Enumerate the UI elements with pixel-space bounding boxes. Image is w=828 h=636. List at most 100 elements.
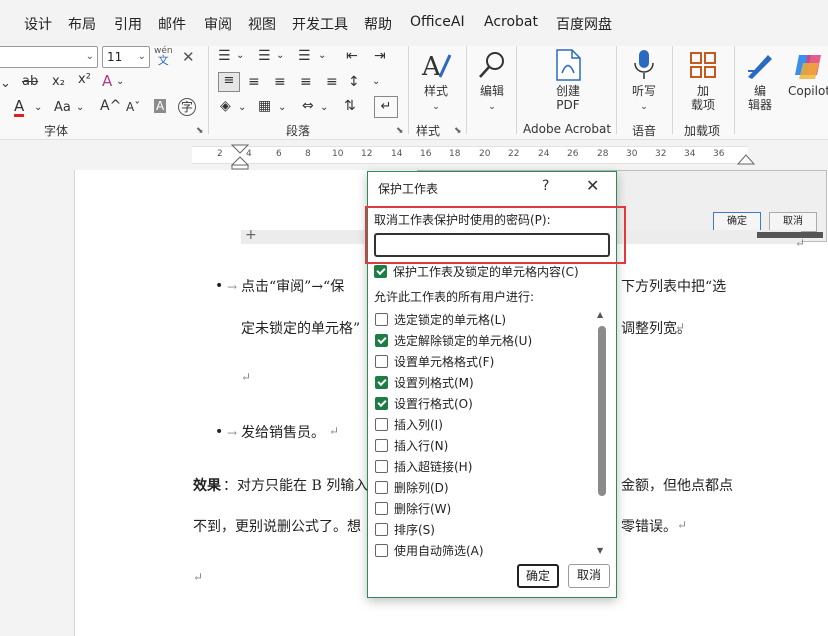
ruler-tick: 26	[567, 149, 579, 159]
phonetic-guide-icon[interactable]: wén 文	[154, 46, 173, 67]
password-input[interactable]	[374, 233, 610, 257]
option-insert-rows[interactable]: 插入行(N)	[375, 437, 448, 454]
tab-view[interactable]: 视图	[248, 14, 276, 34]
dictate-button[interactable]: 听写 ⌄	[626, 48, 662, 114]
numbering-chevron-icon[interactable]: ⌄	[276, 50, 284, 61]
font-dialog-launcher-icon[interactable]: ⬊	[196, 126, 204, 136]
doc-line-6a: 不到，更别说删公式了。想	[193, 519, 361, 535]
bullet: •	[215, 424, 224, 440]
option-sort[interactable]: 排序(S)	[375, 521, 435, 538]
permissions-list[interactable]: 选定锁定的单元格(L) 选定解除锁定的单元格(U) 设置单元格格式(F) 设置列…	[372, 308, 610, 560]
option-delete-rows[interactable]: 删除行(W)	[375, 500, 451, 517]
borders-icon[interactable]: ▦	[258, 98, 271, 114]
subscript-icon[interactable]: x₂	[52, 74, 65, 89]
asian-layout-icon[interactable]: ⇔	[302, 98, 314, 114]
option-insert-hyperlinks[interactable]: 插入超链接(H)	[375, 458, 472, 475]
asian-layout-chevron-icon[interactable]: ⌄	[320, 102, 328, 113]
scroll-up-icon[interactable]: ▲	[597, 310, 603, 319]
shading-chevron-icon[interactable]: ⌄	[238, 102, 246, 113]
protect-contents-checkbox[interactable]: 保护工作表及锁定的单元格内容(C)	[374, 263, 579, 280]
tab-review[interactable]: 审阅	[204, 14, 232, 34]
option-delete-columns[interactable]: 删除列(D)	[375, 479, 449, 496]
list-scrollbar[interactable]: ▲ ▼	[596, 310, 608, 558]
option-format-columns[interactable]: 设置列格式(M)	[375, 374, 474, 391]
separator	[616, 46, 617, 134]
text-effects-chevron-icon[interactable]: ⌄	[116, 76, 124, 87]
justify-icon[interactable]: ≡	[300, 74, 312, 90]
grow-font-icon[interactable]: A^	[100, 98, 121, 114]
show-marks-icon[interactable]: ↵	[374, 96, 398, 118]
styles-icon: A	[419, 48, 453, 82]
ruler-tick: 10	[332, 149, 344, 159]
numbering-icon[interactable]: ☰	[258, 48, 271, 64]
bold-chevron-icon[interactable]: ⌄	[0, 76, 11, 91]
help-icon[interactable]: ?	[542, 178, 549, 194]
ok-button[interactable]: 确定	[517, 564, 559, 588]
text-effects-icon[interactable]: A	[102, 72, 112, 90]
separator	[516, 46, 517, 134]
tab-mailings[interactable]: 邮件	[158, 14, 186, 34]
option-format-cells[interactable]: 设置单元格格式(F)	[375, 353, 494, 370]
option-format-rows[interactable]: 设置行格式(O)	[375, 395, 473, 412]
option-autofilter[interactable]: 使用自动筛选(A)	[375, 542, 484, 559]
scroll-thumb[interactable]	[598, 326, 606, 496]
change-case-icon[interactable]: Aa	[54, 100, 71, 115]
shading-icon[interactable]: ◈	[220, 98, 231, 114]
font-size-combo[interactable]: 11 ⌄	[102, 46, 150, 68]
copilot-button[interactable]: Copilot	[784, 48, 828, 98]
tab-acrobat[interactable]: Acrobat	[484, 14, 538, 30]
tab-officeai[interactable]: OfficeAI	[410, 14, 465, 30]
doc-line-1b: 下方列表中把“选	[621, 279, 727, 295]
align-right-icon[interactable]: ≡	[274, 74, 286, 90]
multilevel-chevron-icon[interactable]: ⌄	[318, 50, 326, 61]
cancel-button[interactable]: 取消	[568, 564, 610, 588]
option-insert-columns[interactable]: 插入列(I)	[375, 416, 443, 433]
tab-developer[interactable]: 开发工具	[292, 14, 348, 34]
doc-line-5a: ：对方只能在 B 列输入	[223, 478, 369, 494]
font-color-chevron-icon[interactable]: ⌄	[34, 102, 42, 113]
line-spacing-chevron-icon[interactable]: ⌄	[372, 76, 380, 87]
tab-design[interactable]: 设计	[24, 14, 52, 34]
sort-icon[interactable]: ⇅	[344, 98, 356, 114]
strikethrough-icon[interactable]: ab	[22, 74, 38, 89]
paragraph-mark: ↵	[675, 320, 686, 334]
shrink-font-icon[interactable]: Aˇ	[126, 100, 140, 114]
editor-button[interactable]: 编 辑器	[742, 48, 778, 112]
scroll-down-icon[interactable]: ▼	[597, 546, 603, 555]
multilevel-list-icon[interactable]: ☰	[298, 48, 311, 64]
tab-layout[interactable]: 布局	[68, 14, 96, 34]
superscript-icon[interactable]: x²	[78, 72, 91, 87]
font-color-icon[interactable]: A	[14, 98, 25, 117]
line-spacing-icon[interactable]: ↕	[348, 74, 360, 90]
option-select-locked[interactable]: 选定锁定的单元格(L)	[375, 311, 506, 328]
styles-button[interactable]: A 样式 ⌄	[418, 48, 454, 114]
change-case-chevron-icon[interactable]: ⌄	[76, 102, 84, 113]
paragraph-dialog-launcher-icon[interactable]: ⬊	[396, 126, 404, 136]
create-pdf-button[interactable]: 创建 PDF	[548, 48, 588, 112]
bullets-icon[interactable]: ☰	[218, 48, 231, 64]
addins-button[interactable]: 加 载项	[684, 48, 722, 112]
voice-group-label: 语音	[632, 124, 657, 138]
font-name-combo[interactable]: ⌄	[0, 46, 98, 68]
option-select-unlocked[interactable]: 选定解除锁定的单元格(U)	[375, 332, 532, 349]
distributed-icon[interactable]: ≡	[326, 74, 338, 90]
tab-help[interactable]: 帮助	[364, 14, 392, 34]
editing-button[interactable]: 编辑 ⌄	[474, 48, 510, 114]
styles-dialog-launcher-icon[interactable]: ⬊	[454, 126, 462, 136]
align-center-icon[interactable]: ≡	[248, 74, 260, 90]
decrease-indent-icon[interactable]: ⇤	[346, 48, 358, 64]
align-left-icon[interactable]: ≡	[218, 72, 240, 92]
ruler-tick: 24	[538, 149, 550, 159]
right-indent-marker-icon[interactable]	[737, 154, 755, 166]
increase-indent-icon[interactable]: ⇥	[374, 48, 386, 64]
tab-baidu-netdisk[interactable]: 百度网盘	[556, 14, 612, 34]
close-icon[interactable]: ✕	[586, 176, 599, 195]
dialog-title: 保护工作表	[378, 182, 439, 196]
separator	[208, 46, 209, 134]
clear-format-icon[interactable]: ✕	[182, 48, 195, 66]
tab-references[interactable]: 引用	[114, 14, 142, 34]
borders-chevron-icon[interactable]: ⌄	[278, 102, 286, 113]
character-shading-icon[interactable]: A	[154, 99, 167, 113]
bullets-chevron-icon[interactable]: ⌄	[236, 50, 244, 61]
enclose-character-icon[interactable]: 字	[178, 98, 196, 116]
